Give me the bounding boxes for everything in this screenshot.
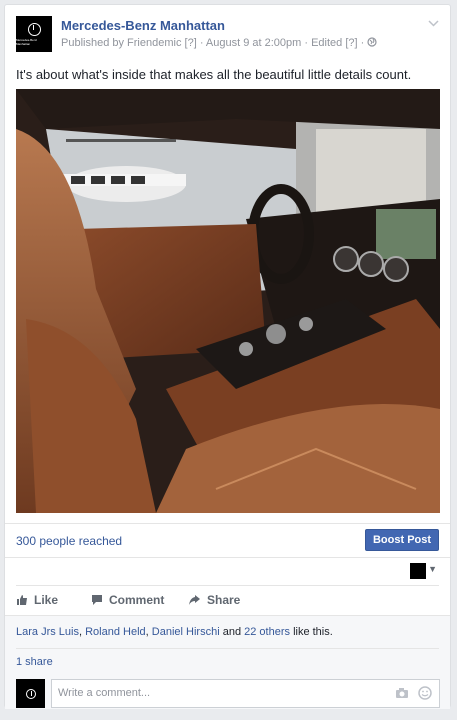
divider bbox=[16, 648, 439, 649]
chevron-down-icon[interactable] bbox=[428, 18, 439, 30]
comment-button[interactable]: Comment bbox=[91, 593, 164, 607]
others-link[interactable]: 22 others bbox=[244, 626, 290, 638]
like-button[interactable]: Like bbox=[16, 593, 58, 607]
like-suffix: like this. bbox=[293, 626, 333, 638]
comment-input[interactable] bbox=[52, 680, 364, 705]
posting-as-avatar[interactable] bbox=[410, 563, 426, 579]
share-label: Share bbox=[207, 593, 241, 607]
share-icon bbox=[189, 595, 200, 605]
camera-icon[interactable] bbox=[395, 687, 409, 699]
thumbs-up-icon bbox=[17, 595, 27, 605]
page-name-link[interactable]: Mercedes-Benz Manhattan bbox=[61, 18, 225, 33]
boost-post-button[interactable]: Boost Post bbox=[365, 529, 439, 551]
feedback-area: Lara Jrs Luis, Roland Held, Daniel Hirsc… bbox=[5, 615, 450, 709]
globe-icon[interactable] bbox=[367, 37, 377, 47]
liker-link[interactable]: Lara Jrs Luis bbox=[16, 626, 79, 638]
comment-label: Comment bbox=[109, 593, 165, 607]
published-by[interactable]: Published by Friendemic bbox=[61, 37, 181, 49]
post-header: Mercedes-Benz Manhattan Mercedes-Benz Ma… bbox=[16, 16, 439, 58]
help-tag[interactable]: [?] bbox=[345, 37, 357, 49]
divider bbox=[5, 557, 450, 558]
comment-box[interactable] bbox=[51, 679, 440, 708]
people-reached[interactable]: 300 people reached bbox=[16, 534, 122, 548]
action-bar: Like Comment Share bbox=[16, 593, 441, 615]
emoji-icon[interactable] bbox=[418, 686, 432, 700]
avatar-logo-text: Mercedes-Benz Manhattan bbox=[16, 37, 38, 46]
shares-count[interactable]: 1 share bbox=[16, 656, 53, 668]
separator: , bbox=[145, 626, 149, 638]
post-date[interactable]: · August 9 at 2:00pm · Edited bbox=[200, 37, 342, 49]
like-label: Like bbox=[34, 593, 59, 607]
divider bbox=[5, 523, 450, 524]
liker-link[interactable]: Daniel Hirschi bbox=[152, 626, 220, 638]
divider bbox=[16, 585, 439, 586]
mercedes-star-icon bbox=[27, 22, 41, 36]
page-avatar[interactable]: Mercedes-Benz Manhattan bbox=[16, 16, 52, 52]
post-photo[interactable] bbox=[16, 89, 440, 513]
post-card: Mercedes-Benz Manhattan Mercedes-Benz Ma… bbox=[4, 4, 451, 709]
post-meta: Published by Friendemic [?] · August 9 a… bbox=[61, 37, 377, 49]
car-interior-image bbox=[16, 89, 440, 513]
liker-link[interactable]: Roland Held bbox=[85, 626, 146, 638]
separator-dot: · bbox=[360, 37, 365, 49]
caret-down-icon[interactable]: ▼ bbox=[428, 564, 437, 574]
comment-icon bbox=[92, 595, 102, 605]
separator: , bbox=[78, 626, 83, 638]
post-text: It's about what's inside that makes all … bbox=[16, 67, 412, 82]
share-button[interactable]: Share bbox=[188, 593, 240, 607]
help-tag[interactable]: [?] bbox=[185, 37, 197, 49]
mercedes-star-icon bbox=[25, 688, 36, 699]
likes-summary: Lara Jrs Luis, Roland Held, Daniel Hirsc… bbox=[16, 626, 333, 638]
and-text: and bbox=[222, 626, 242, 638]
commenter-avatar bbox=[16, 679, 45, 708]
